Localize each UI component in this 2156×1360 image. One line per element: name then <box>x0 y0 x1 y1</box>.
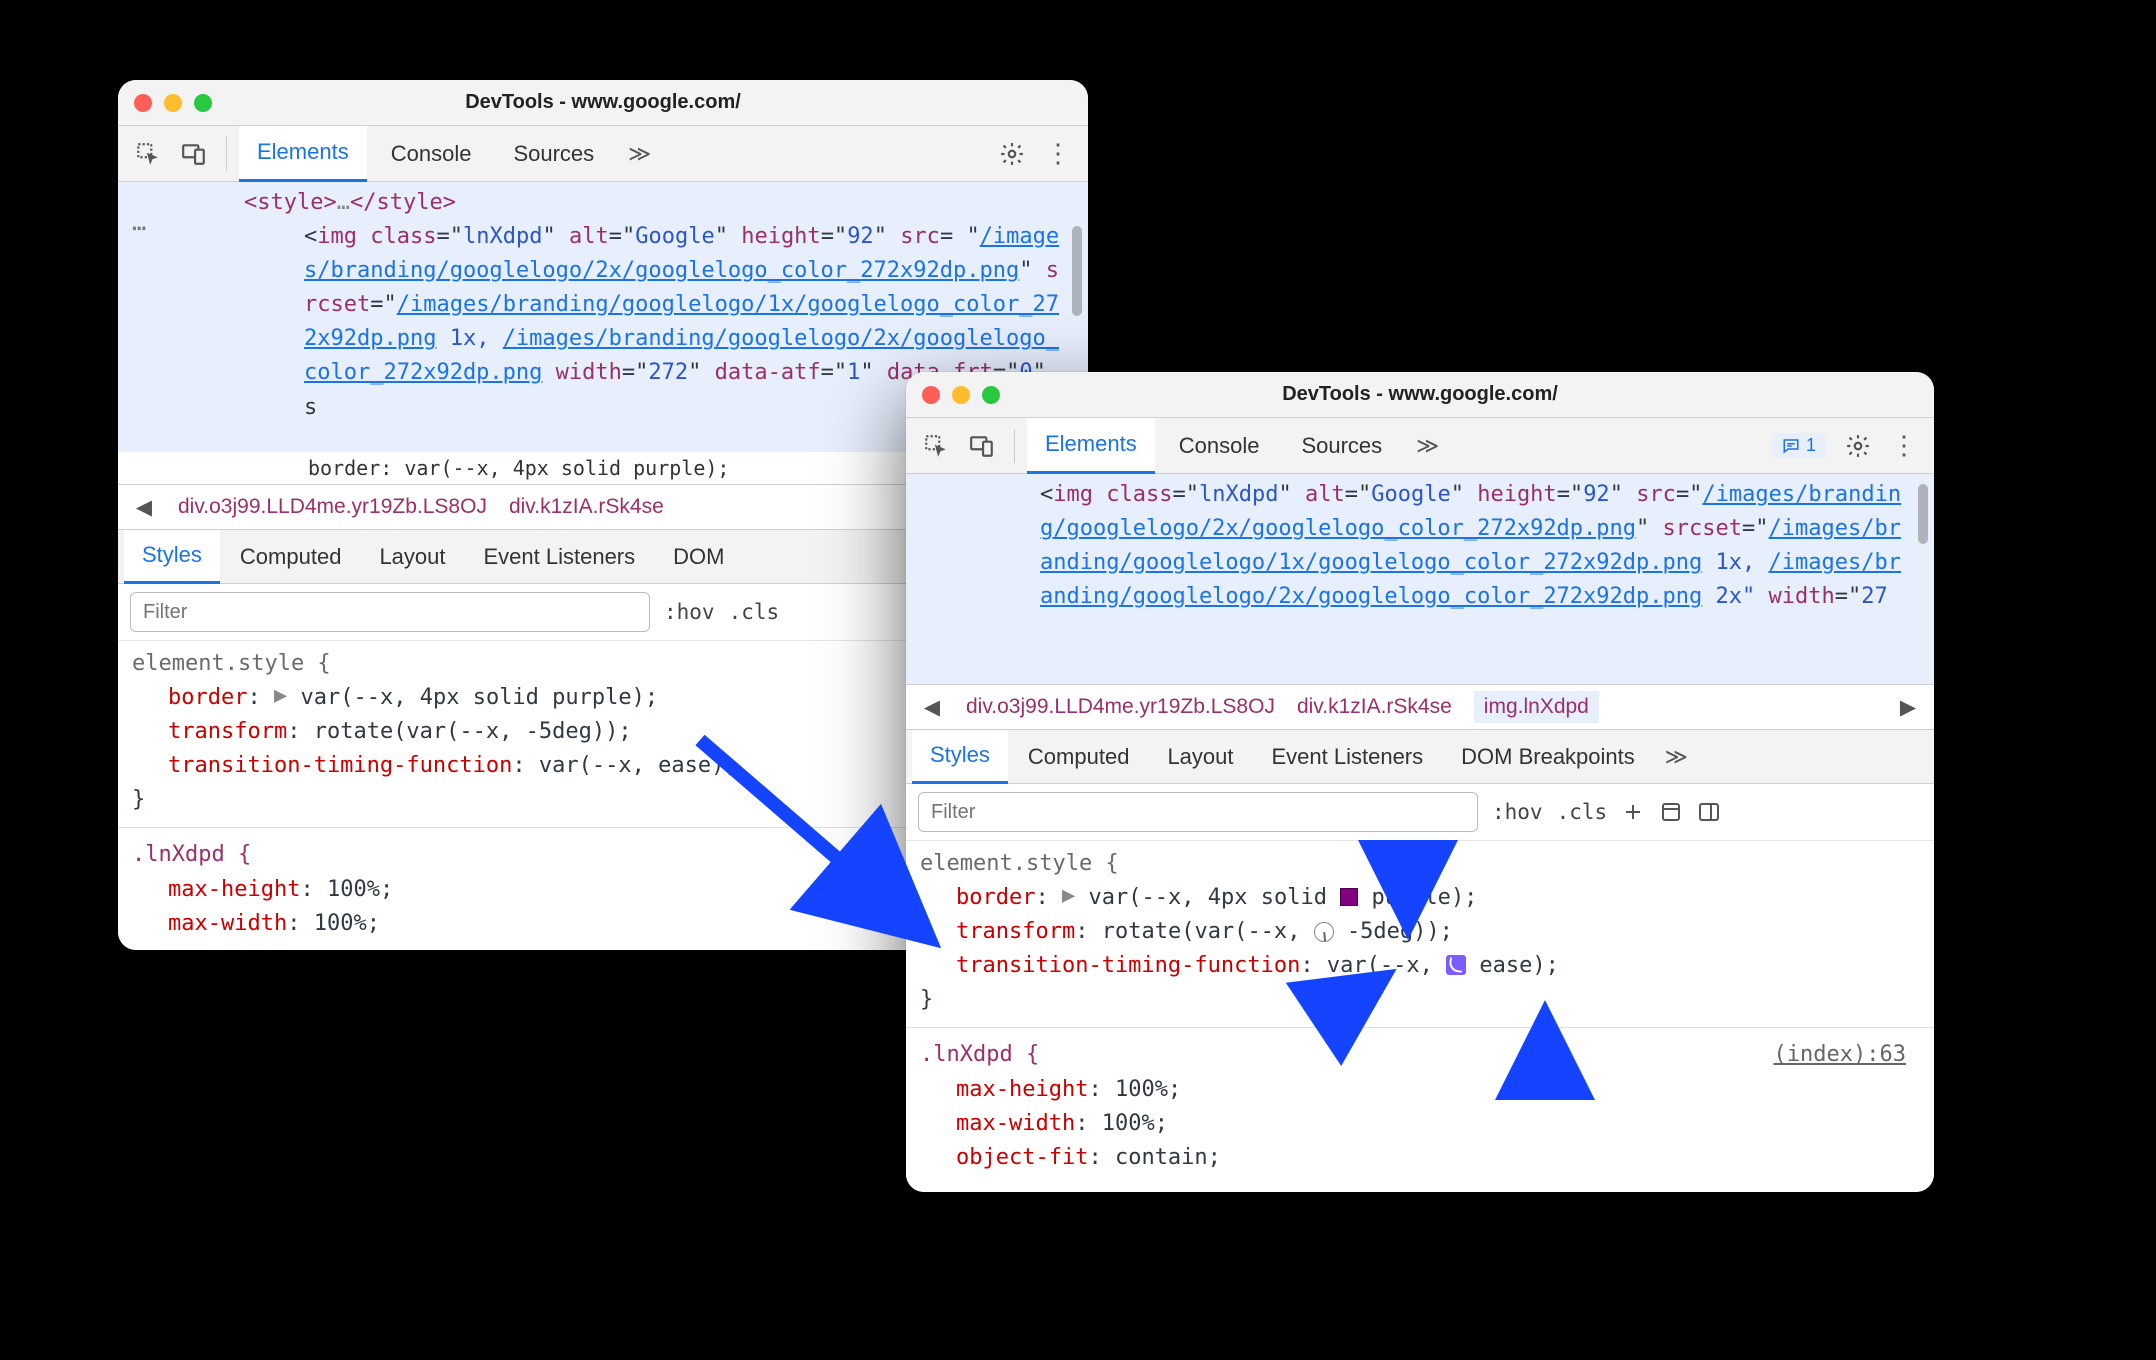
window-titlebar: DevTools - www.google.com/ <box>906 372 1934 418</box>
breadcrumb-item[interactable]: div.k1zIA.rSk4se <box>1297 695 1452 719</box>
breadcrumb-trail: ◀ div.o3j99.LLD4me.yr19Zb.LS8OJ div.k1zI… <box>906 684 1934 730</box>
hov-toggle[interactable]: :hov <box>1492 800 1543 824</box>
tab-elements[interactable]: Elements <box>239 126 367 182</box>
device-toggle-icon[interactable] <box>962 426 1002 466</box>
scrollbar-thumb[interactable] <box>1072 226 1082 316</box>
main-toolbar: Elements Console Sources ≫ ⋮ <box>118 126 1088 182</box>
subtab-styles[interactable]: Styles <box>912 730 1008 784</box>
breadcrumb-item-active[interactable]: img.lnXdpd <box>1474 691 1599 723</box>
issues-badge[interactable]: 1 <box>1772 433 1826 458</box>
styles-filter-input[interactable] <box>130 592 650 632</box>
inspect-icon[interactable] <box>916 426 956 466</box>
breadcrumb-item[interactable]: div.o3j99.LLD4me.yr19Zb.LS8OJ <box>966 695 1275 719</box>
tab-console[interactable]: Console <box>1161 418 1278 474</box>
tab-sources[interactable]: Sources <box>495 126 612 182</box>
devtools-window-after: DevTools - www.google.com/ Elements Cons… <box>906 372 1934 1192</box>
source-link[interactable]: (index):63 <box>1774 1038 1906 1072</box>
cls-toggle[interactable]: .cls <box>729 600 780 624</box>
settings-icon[interactable] <box>1838 426 1878 466</box>
breadcrumb-prev-icon[interactable]: ◀ <box>920 695 944 720</box>
rule-selector[interactable]: .lnXdpd { <box>920 1038 1920 1072</box>
more-subtabs-icon[interactable]: ≫ <box>1655 744 1698 770</box>
more-tabs-icon[interactable]: ≫ <box>1406 433 1449 459</box>
tab-elements[interactable]: Elements <box>1027 418 1155 474</box>
dom-tree[interactable]: <img class="lnXdpd" alt="Google" height=… <box>906 474 1934 684</box>
separator <box>226 137 227 171</box>
subtab-computed[interactable]: Computed <box>1010 730 1148 784</box>
subtab-event-listeners[interactable]: Event Listeners <box>466 530 654 584</box>
more-tabs-icon[interactable]: ≫ <box>618 141 661 167</box>
toggle-sidebar-icon[interactable] <box>1697 800 1721 824</box>
settings-icon[interactable] <box>992 134 1032 174</box>
minimize-button[interactable] <box>952 386 970 404</box>
hov-toggle[interactable]: :hov <box>664 600 715 624</box>
subtab-layout[interactable]: Layout <box>361 530 463 584</box>
css-declaration[interactable]: transform: rotate(var(--x, -5deg)); <box>920 915 1920 949</box>
device-toggle-icon[interactable] <box>174 134 214 174</box>
styles-pane[interactable]: element.style { border: ▶ var(--x, 4px s… <box>906 841 1934 1192</box>
scrollbar-thumb[interactable] <box>1918 484 1928 544</box>
css-declaration[interactable]: max-width: 100%; <box>920 1107 1920 1141</box>
subtab-dom-breakpoints[interactable]: DOM Breakpoints <box>1443 730 1653 784</box>
styles-filter-row: :hov .cls <box>906 784 1934 841</box>
separator <box>1014 429 1015 463</box>
close-button[interactable] <box>922 386 940 404</box>
subtab-dom[interactable]: DOM <box>655 530 742 584</box>
cls-toggle[interactable]: .cls <box>1557 800 1608 824</box>
window-controls <box>922 386 1000 404</box>
bezier-swatch-icon[interactable] <box>1446 955 1466 975</box>
dom-preline: <style>…</style> <box>134 186 1068 220</box>
main-toolbar: Elements Console Sources ≫ 1 ⋮ <box>906 418 1934 474</box>
window-controls <box>134 94 212 112</box>
window-title: DevTools - www.google.com/ <box>118 91 1088 114</box>
breadcrumb-item[interactable]: div.o3j99.LLD4me.yr19Zb.LS8OJ <box>178 495 487 519</box>
computed-styles-icon[interactable] <box>1659 800 1683 824</box>
tab-sources[interactable]: Sources <box>1283 418 1400 474</box>
css-declaration[interactable]: transition-timing-function: var(--x, eas… <box>920 949 1920 983</box>
message-icon <box>1782 437 1800 455</box>
rule-close: } <box>920 983 1920 1017</box>
subtab-styles[interactable]: Styles <box>124 530 220 584</box>
angle-swatch-icon[interactable] <box>1314 922 1334 942</box>
breadcrumb-prev-icon[interactable]: ◀ <box>132 495 156 520</box>
subtab-event-listeners[interactable]: Event Listeners <box>1254 730 1442 784</box>
inspect-icon[interactable] <box>128 134 168 174</box>
close-button[interactable] <box>134 94 152 112</box>
breadcrumb-next-icon[interactable]: ▶ <box>1896 695 1920 720</box>
styles-subtabs: Styles Computed Layout Event Listeners D… <box>906 730 1934 784</box>
kebab-menu-icon[interactable]: ⋮ <box>1038 134 1078 174</box>
window-title: DevTools - www.google.com/ <box>906 383 1934 406</box>
rule-selector[interactable]: element.style { <box>920 847 1920 881</box>
dom-selected-element[interactable]: <img class="lnXdpd" alt="Google" height=… <box>930 478 1914 614</box>
window-titlebar: DevTools - www.google.com/ <box>118 80 1088 126</box>
color-swatch-icon[interactable] <box>1340 888 1358 906</box>
styles-filter-input[interactable] <box>918 792 1478 832</box>
css-declaration[interactable]: object-fit: contain; <box>920 1141 1920 1175</box>
new-style-rule-icon[interactable] <box>1621 800 1645 824</box>
tab-console[interactable]: Console <box>373 126 490 182</box>
css-declaration[interactable]: border: ▶ var(--x, 4px solid purple); <box>920 881 1920 915</box>
minimize-button[interactable] <box>164 94 182 112</box>
zoom-button[interactable] <box>982 386 1000 404</box>
css-declaration[interactable]: max-height: 100%; <box>920 1073 1920 1107</box>
collapsed-indicator-icon[interactable]: ⋯ <box>132 210 149 247</box>
subtab-layout[interactable]: Layout <box>1149 730 1251 784</box>
kebab-menu-icon[interactable]: ⋮ <box>1884 426 1924 466</box>
subtab-computed[interactable]: Computed <box>222 530 360 584</box>
zoom-button[interactable] <box>194 94 212 112</box>
breadcrumb-item[interactable]: div.k1zIA.rSk4se <box>509 495 664 519</box>
